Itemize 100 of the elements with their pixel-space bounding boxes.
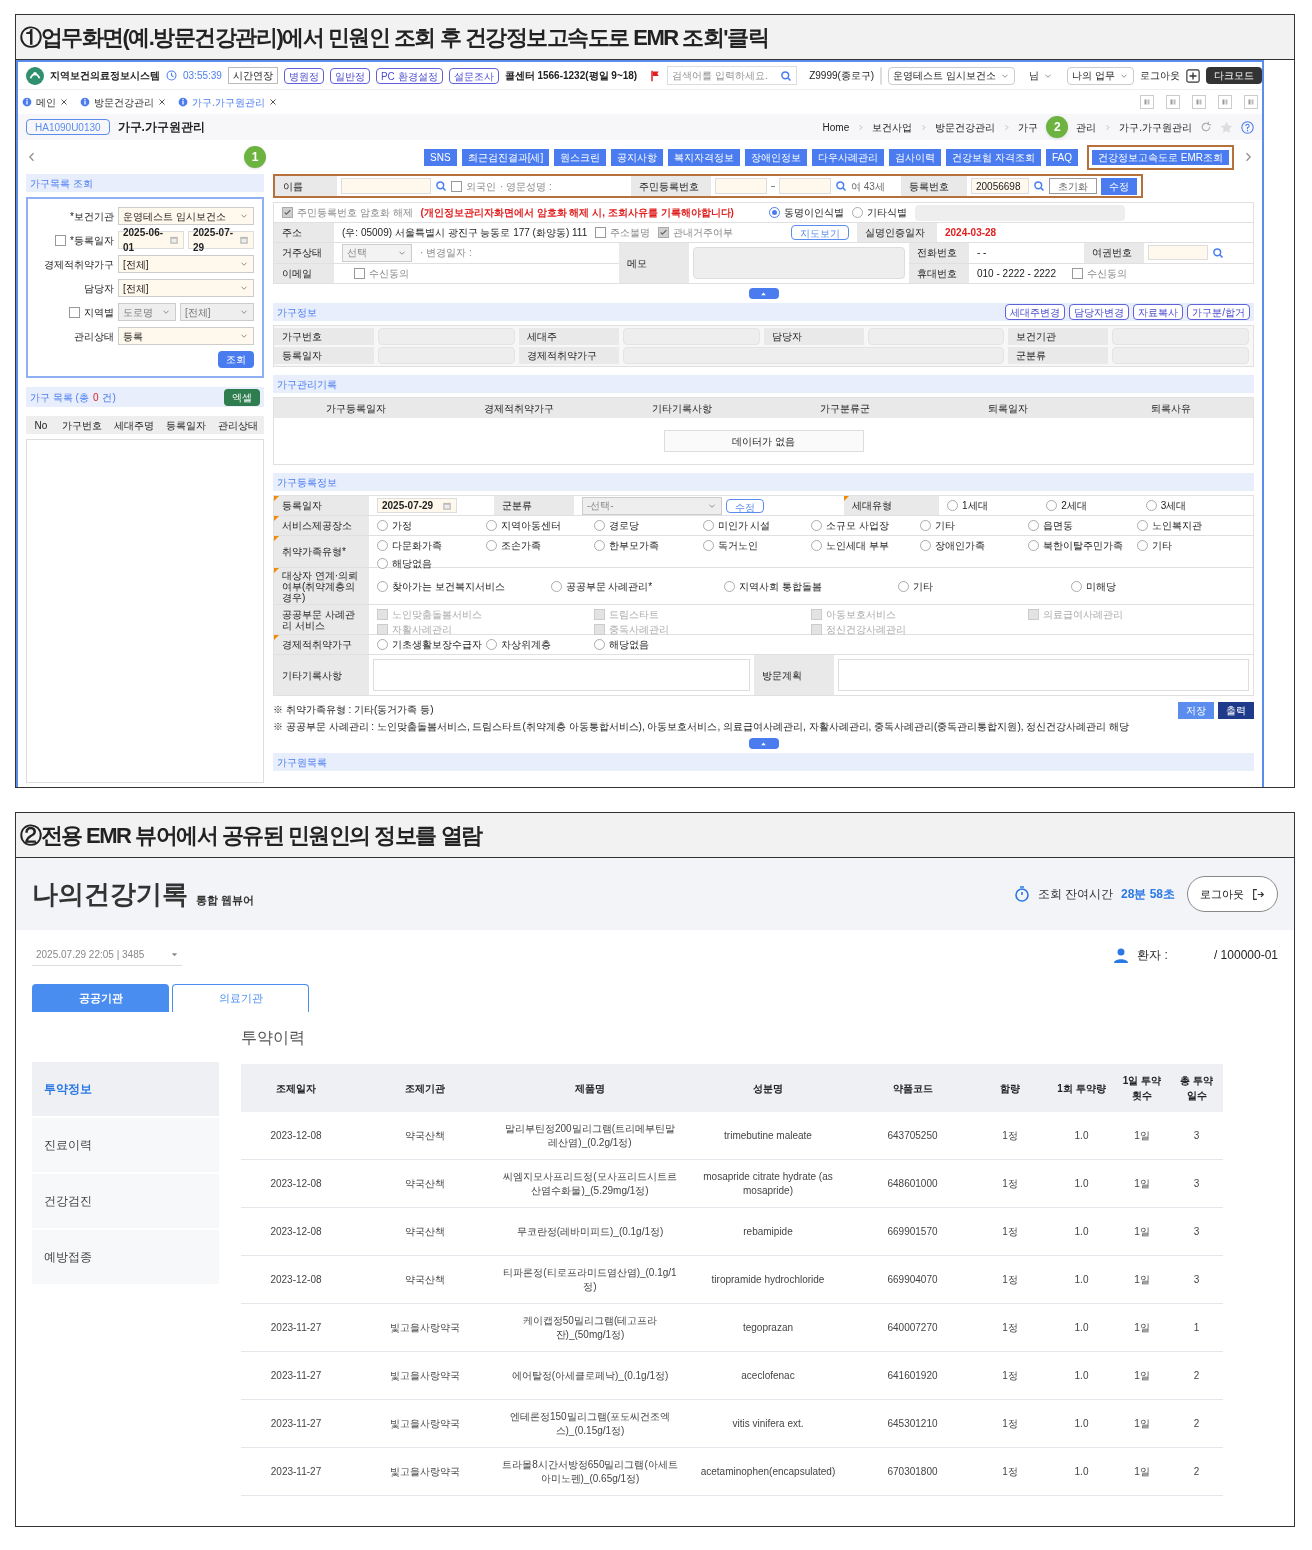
radio-button[interactable]	[1136, 520, 1148, 531]
logout-button[interactable]: 로그아웃	[1187, 876, 1278, 912]
checkbox[interactable]	[451, 180, 462, 192]
text-area[interactable]	[373, 659, 750, 691]
dropdown[interactable]: [전체]	[180, 303, 254, 321]
columns-view-button[interactable]	[1140, 95, 1154, 109]
input-field[interactable]	[1148, 245, 1208, 261]
tab[interactable]: 방문건강관리	[80, 94, 166, 110]
input-field[interactable]	[779, 178, 831, 194]
radio-button[interactable]	[377, 558, 388, 569]
dropdown[interactable]: [전체]	[118, 255, 254, 273]
radio-button[interactable]	[1028, 520, 1039, 531]
button[interactable]: 담당자변경	[1069, 304, 1130, 320]
checkbox[interactable]	[658, 227, 670, 238]
toolbar-button[interactable]: 검사이력	[889, 148, 942, 166]
toolbar-button[interactable]: 건강보험 자격조회	[946, 148, 1041, 166]
button[interactable]: 출력	[1218, 702, 1254, 719]
radio-button[interactable]	[897, 580, 909, 592]
button[interactable]: 병원정	[283, 67, 324, 84]
button[interactable]: 가구분/합거	[1187, 304, 1250, 320]
collapse-button[interactable]	[748, 288, 779, 299]
dropdown[interactable]: 도로명	[118, 303, 176, 321]
rows-view-button[interactable]	[1166, 95, 1180, 109]
toolbar-button[interactable]: 장애인정보	[745, 148, 808, 166]
radio-button[interactable]	[377, 540, 388, 551]
text-area[interactable]	[838, 659, 1249, 691]
breadcrumb-link[interactable]: 관리	[1076, 119, 1097, 135]
breadcrumb-link[interactable]: 가구	[1018, 119, 1039, 135]
side-menu-item[interactable]: 예방접종	[32, 1230, 219, 1284]
toolbar-button[interactable]: SNS	[424, 148, 457, 166]
radio-button[interactable]	[550, 580, 562, 592]
breadcrumb-link[interactable]: 방문건강관리	[935, 119, 996, 135]
input-field[interactable]	[715, 178, 767, 194]
button[interactable]: 조회	[218, 351, 254, 368]
radio-button[interactable]	[1145, 500, 1157, 511]
radio-button[interactable]	[947, 500, 958, 511]
extend-button[interactable]: 시간연장	[227, 67, 278, 84]
checkbox[interactable]	[354, 267, 365, 279]
radio-button[interactable]	[594, 639, 605, 650]
breadcrumb-link[interactable]: 보건사업	[872, 119, 913, 135]
input-field[interactable]: 20056698	[971, 178, 1029, 194]
radio-button[interactable]	[919, 520, 931, 531]
logout-link[interactable]: 로그아웃	[1139, 68, 1180, 83]
radio-button[interactable]	[702, 520, 714, 531]
radio-button[interactable]	[485, 639, 497, 650]
dropdown[interactable]: 운영테스트 임시보건소	[888, 66, 1015, 85]
toolbar-button[interactable]: 다우사례관리	[812, 148, 885, 166]
button[interactable]: 세대주변경	[1005, 304, 1066, 320]
radio-button[interactable]	[594, 520, 605, 531]
dark-mode-button[interactable]: 다크모드	[1205, 67, 1262, 84]
checkbox[interactable]	[55, 234, 67, 246]
checkbox[interactable]	[282, 207, 293, 218]
button[interactable]: PC 환경설정	[375, 67, 443, 84]
toolbar-button[interactable]: FAQ	[1046, 148, 1078, 166]
side-menu-item[interactable]: 건강검진	[32, 1174, 219, 1228]
grid-view-button[interactable]	[1218, 95, 1232, 109]
toolbar-button[interactable]: 건강정보고속도로 EMR조회	[1087, 144, 1234, 170]
radio-button[interactable]	[724, 580, 736, 592]
side-menu-item[interactable]: 진료이력	[32, 1118, 219, 1172]
radio-button[interactable]	[1136, 540, 1148, 551]
radio-button[interactable]	[811, 540, 822, 551]
toolbar-button[interactable]: 복지자격정보	[668, 148, 741, 166]
button[interactable]: 일반정	[329, 67, 370, 84]
button[interactable]: 엑셀	[224, 388, 260, 406]
radio-button[interactable]	[377, 520, 388, 531]
toolbar-button[interactable]: 최근검진결과[세]	[461, 148, 550, 166]
reset-button[interactable]: 초기화	[1049, 178, 1097, 194]
memo-field[interactable]	[693, 247, 905, 279]
tab[interactable]: 메인	[22, 94, 68, 110]
tab[interactable]: 가구.가구원관리	[178, 94, 277, 110]
dropdown[interactable]: 운영테스트 임시보건소	[118, 207, 254, 225]
radio-button[interactable]	[377, 639, 388, 650]
toolbar-button[interactable]: 공지사항	[611, 148, 664, 166]
checkbox[interactable]	[1071, 267, 1083, 279]
collapse-button[interactable]	[748, 738, 779, 749]
radio-button[interactable]	[377, 580, 388, 592]
checkbox[interactable]	[69, 306, 80, 318]
button[interactable]: 설문조사	[448, 67, 499, 84]
input-field[interactable]	[341, 178, 431, 194]
tag-button[interactable]	[1244, 95, 1258, 109]
side-menu-item[interactable]: 투약정보	[32, 1062, 219, 1116]
button[interactable]: 수정	[1101, 177, 1137, 195]
tab[interactable]: 의료기관	[172, 984, 309, 1012]
radio-button[interactable]	[852, 207, 863, 218]
checkbox[interactable]	[595, 227, 607, 238]
user-menu[interactable]: 님	[1021, 68, 1061, 83]
radio-button[interactable]	[594, 540, 605, 551]
radio-button[interactable]	[485, 520, 497, 531]
radio-button[interactable]	[485, 540, 497, 551]
input-field[interactable]	[880, 66, 883, 85]
dropdown[interactable]: 2025.07.29 22:05 | 3485	[32, 944, 182, 966]
radio-button[interactable]	[1046, 500, 1058, 511]
dropdown[interactable]: [전체]	[118, 279, 254, 297]
button[interactable]: 자료복사	[1133, 304, 1184, 320]
search-field[interactable]: 검색어를 입력하세요.	[667, 66, 798, 85]
radio-button[interactable]	[919, 540, 931, 551]
radio-button[interactable]	[1028, 540, 1039, 551]
copy-button[interactable]	[1192, 95, 1206, 109]
radio-button[interactable]	[811, 520, 822, 531]
radio-button[interactable]	[1071, 580, 1083, 592]
